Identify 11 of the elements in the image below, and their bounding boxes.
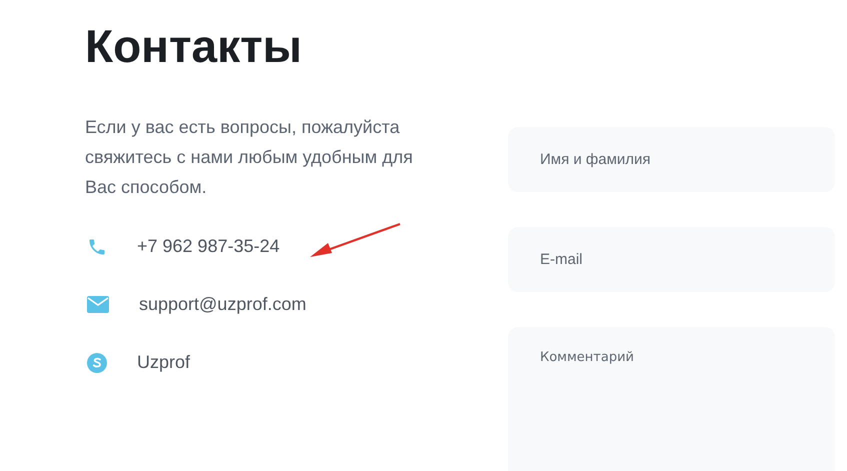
skype-icon — [87, 352, 107, 372]
envelope-icon — [87, 296, 109, 313]
skype-name: Uzprof — [137, 351, 190, 374]
email-address: support@uzprof.com — [139, 293, 306, 316]
comment-field[interactable]: Комментарий — [508, 327, 835, 471]
phone-icon — [87, 236, 107, 256]
phone-number: +7 962 987-35-24 — [137, 235, 280, 258]
page-heading: Контакты — [85, 19, 303, 74]
input-field[interactable]: E-mail — [508, 227, 835, 292]
input-field[interactable]: Имя и фамилия — [508, 127, 835, 192]
intro-text: Если у вас есть вопросы, пожалуйста свяжитесь с нами любым удобным для Вас способом. — [85, 116, 414, 199]
